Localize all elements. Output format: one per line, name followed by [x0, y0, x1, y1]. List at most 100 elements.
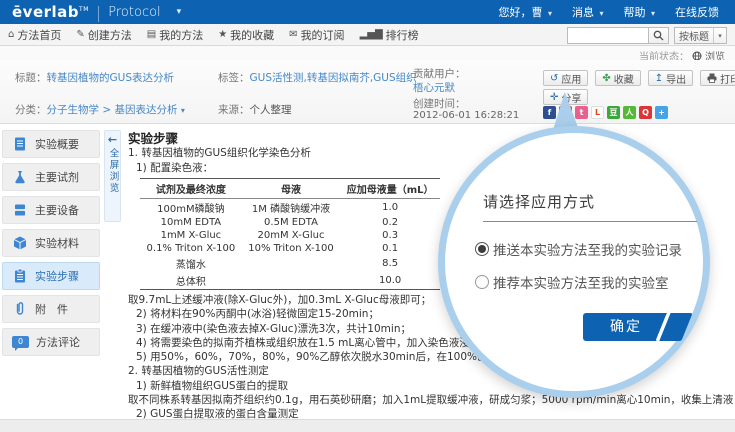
share-icon: ✛ [550, 92, 558, 103]
print-button[interactable]: 打印 [700, 70, 735, 86]
paperclip-icon [12, 301, 28, 317]
logo-divider: | [96, 3, 101, 22]
footer-strip [0, 419, 735, 432]
top-bar: ēverlabTM | Protocol ▾ 您好，曹 ▾ 消息 ▾ 帮助 ▾ … [0, 0, 735, 24]
title-label: 标题： [15, 72, 47, 84]
source-label: 来源： [218, 104, 250, 116]
trademark: TM [79, 6, 89, 13]
apply-method-popup: 请选择应用方式 推送本实验方法至我的实验记录 推荐本实验方法至我的实验室 确定 [438, 126, 710, 398]
more-share-icon[interactable]: + [655, 106, 668, 119]
apply-button[interactable]: ↺应用 [543, 70, 588, 86]
chevron-down-icon: ▾ [548, 9, 552, 18]
globe-icon [692, 51, 702, 61]
sidebar-item-materials[interactable]: 实验材料 [2, 229, 100, 257]
reagent-table: 试剂及最终浓度 母液 应加母液量（mL） 100mM磷酸钠1M 磷酸钠缓冲液1.… [140, 178, 440, 290]
tencent-weibo-share-icon[interactable]: t [575, 106, 588, 119]
renren-share-icon[interactable]: 人 [623, 106, 636, 119]
chevron-down-icon: ▾ [599, 9, 603, 18]
nav-leaderboard[interactable]: ▂▅▇排行榜 [360, 27, 419, 43]
chevron-down-icon[interactable]: ▾ [181, 106, 185, 115]
export-icon: ↥ [655, 73, 663, 84]
nav-bar: ⌂方法首页 ✎创建方法 ▤我的方法 ★我的收藏 ✉我的订阅 ▂▅▇排行榜 按标题… [0, 24, 735, 46]
fullscreen-label: 全屏浏览 [106, 148, 120, 194]
step-line: 取不同株系转基因拟南芥组织约0.1g，用石英砂研磨；加入1mL提取缓冲液，研成匀… [128, 393, 728, 407]
sidebar-item-attachments[interactable]: 附 件 [2, 295, 100, 323]
equipment-icon [12, 202, 28, 218]
popup-title: 请选择应用方式 [483, 191, 595, 212]
app-window: ēverlabTM | Protocol ▾ 您好，曹 ▾ 消息 ▾ 帮助 ▾ … [0, 0, 735, 432]
nav-my-favorites[interactable]: ★我的收藏 [218, 27, 274, 43]
option-recommend-to-lab[interactable]: 推荐本实验方法至我的实验室 [475, 272, 669, 292]
douban-share-icon[interactable]: 豆 [607, 106, 620, 119]
method-title-link[interactable]: 转基因植物的GUS表达分析 [47, 72, 175, 84]
contributor-link[interactable]: 梧心元默 [413, 82, 455, 94]
category-label: 分类： [15, 104, 47, 116]
nav-my-methods[interactable]: ▤我的方法 [147, 27, 203, 43]
sidebar-item-reagents[interactable]: 主要试剂 [2, 163, 100, 191]
search-filter-dropdown[interactable]: 按标题 ▾ [674, 27, 727, 44]
nav-my-subscriptions[interactable]: ✉我的订阅 [289, 27, 344, 43]
method-tags[interactable]: GUS活性测,转基因拟南芥,GUS组织化.. [250, 72, 419, 84]
favorite-button[interactable]: ✤收藏 [595, 70, 640, 86]
clipboard-icon [12, 268, 28, 284]
sidebar-item-equipment[interactable]: 主要设备 [2, 196, 100, 224]
help-menu[interactable]: 帮助 ▾ [623, 4, 655, 20]
sidebar-item-overview[interactable]: 实验概要 [2, 130, 100, 158]
flask-icon [12, 169, 28, 185]
contributor-label: 贡献用户： [413, 66, 466, 81]
search-icon [653, 30, 664, 41]
product-name: Protocol [108, 5, 160, 20]
source-value: 个人整理 [250, 104, 292, 116]
table-row: 1mM X-Gluc20mM X-Gluc0.3 [140, 229, 440, 242]
search-button[interactable] [649, 27, 669, 44]
sidebar-item-comments[interactable]: 0 方法评论 [2, 328, 100, 356]
table-row: 蒸馏水8.5 [140, 255, 440, 272]
chevron-down-icon: ▾ [713, 28, 726, 43]
radio-unselected-icon[interactable] [475, 275, 489, 289]
method-meta-panel: 标题：转基因植物的GUS表达分析 标签：GUS活性测,转基因拟南芥,GUS组织化… [0, 60, 735, 124]
nav-create-method[interactable]: ✎创建方法 [76, 27, 131, 43]
apply-icon: ↺ [550, 73, 558, 84]
status-row: 当前状态： 浏览 [0, 46, 735, 60]
export-button[interactable]: ↥导出 [648, 70, 693, 86]
everlab-logo: ēverlabTM [12, 3, 89, 21]
messages-menu[interactable]: 消息 ▾ [572, 4, 604, 20]
box-icon [12, 235, 28, 251]
product-switch-chevron-icon[interactable]: ▾ [177, 7, 182, 17]
chevron-down-icon: ▾ [651, 9, 655, 18]
section-sidebar: 实验概要 主要试剂 主要设备 实验材料 实验步骤 附 件 0 方法评论 [2, 130, 102, 361]
table-row: 10mM EDTA0.5M EDTA0.2 [140, 216, 440, 229]
radio-selected-icon[interactable] [475, 242, 489, 256]
folder-icon: ▤ [147, 29, 156, 40]
table-header: 母液 [242, 179, 340, 199]
created-value: 2012-06-01 16:28:21 [413, 110, 519, 121]
document-icon [12, 136, 28, 152]
bar-chart-icon: ▂▅▇ [360, 29, 383, 40]
qzone-share-icon[interactable]: Q [639, 106, 652, 119]
option-push-to-records[interactable]: 推送本实验方法至我的实验记录 [475, 239, 682, 259]
table-row: 100mM磷酸钠1M 磷酸钠缓冲液1.0 [140, 199, 440, 217]
sidebar-item-steps[interactable]: 实验步骤 [2, 262, 100, 290]
nav-method-home[interactable]: ⌂方法首页 [8, 27, 61, 43]
left-arrow-icon: ← [105, 133, 120, 146]
divider [483, 221, 697, 222]
feedback-link[interactable]: 在线反馈 [675, 4, 719, 20]
home-icon: ⌂ [8, 29, 14, 40]
table-row: 0.1% Triton X-10010% Triton X-1000.1 [140, 242, 440, 255]
star-icon: ★ [218, 29, 227, 40]
printer-icon [707, 73, 717, 83]
confirm-button[interactable]: 确定 [583, 313, 695, 341]
fullscreen-toggle[interactable]: ← 全屏浏览 [104, 130, 121, 222]
table-header: 应加母液量（mL） [340, 179, 440, 199]
category-path[interactable]: 分子生物学 > 基因表达分析 [47, 104, 178, 116]
pencil-icon: ✎ [76, 29, 84, 40]
created-label: 创建时间： [413, 96, 466, 111]
kaixin-share-icon[interactable]: L [591, 106, 604, 119]
user-menu[interactable]: 您好，曹 ▾ [498, 4, 552, 20]
tags-label: 标签： [218, 72, 250, 84]
table-header: 试剂及最终浓度 [140, 179, 242, 199]
comment-icon: 0 [12, 336, 29, 348]
search-input[interactable] [567, 27, 649, 44]
facebook-share-icon[interactable]: f [543, 106, 556, 119]
subscription-icon: ✉ [289, 29, 297, 40]
